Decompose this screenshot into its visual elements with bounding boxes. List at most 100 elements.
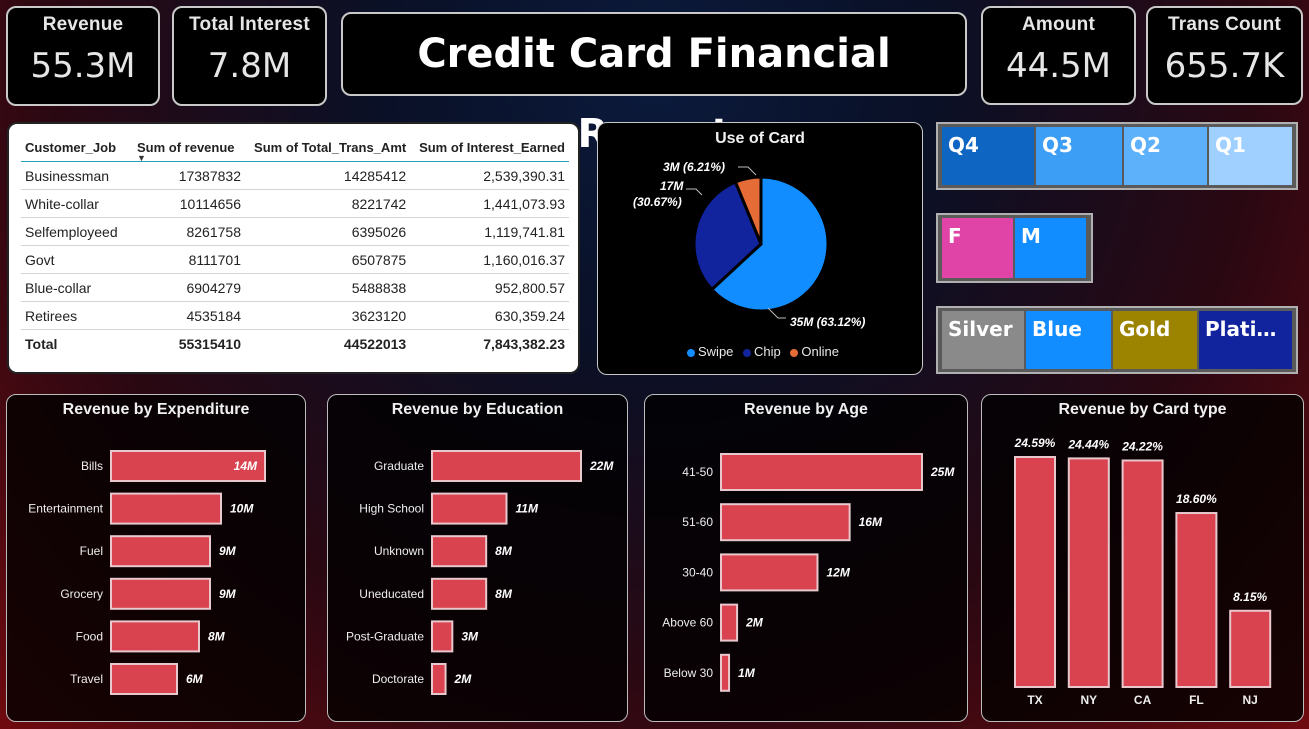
bar[interactable] — [431, 535, 488, 568]
bar[interactable] — [110, 620, 200, 653]
bar-data-label: 10M — [230, 502, 254, 516]
customer-job-table-card: Customer_Job Sum of revenue ▼ Sum of Tota… — [7, 122, 580, 374]
table-total-cell: 44522013 — [245, 329, 411, 357]
bar-data-label: 3M — [461, 629, 479, 643]
revenue-by-age-chart: 41-50 25M 51-60 16M 30-40 12M Above 60 2M Below … — [662, 453, 955, 692]
revenue-by-education-panel: Revenue by Education Graduate 22M High Sch… — [327, 394, 628, 722]
table-cell: 5488838 — [245, 273, 411, 302]
table-row[interactable]: White-collar 10114656 8221742 1,441,073.93 — [21, 189, 569, 218]
slicer-q4[interactable]: Q4 — [942, 127, 1034, 185]
table-row[interactable]: Blue-collar 6904279 5488838 952,800.57 — [21, 273, 569, 302]
bar[interactable] — [720, 653, 731, 692]
bar-category-label: Doctorate — [372, 672, 424, 686]
table-cell: 630,359.24 — [410, 301, 569, 330]
kpi-total-interest-value: 7.8M — [207, 46, 292, 86]
table-header-row: Customer_Job Sum of revenue ▼ Sum of Tota… — [21, 136, 569, 163]
bar-category-label: FL — [1189, 693, 1204, 707]
bar[interactable] — [1014, 456, 1056, 688]
bar[interactable] — [431, 577, 488, 610]
gender-slicer: F M — [936, 213, 1093, 283]
revenue-by-expenditure-panel: Revenue by Expenditure Bills 14M Entertain… — [6, 394, 306, 722]
table-cell: 952,800.57 — [410, 273, 569, 302]
kpi-total-interest-card: Total Interest 7.8M — [172, 6, 327, 106]
table-cell: 14285412 — [245, 161, 411, 190]
bar[interactable] — [110, 492, 222, 525]
slicer-gender-f[interactable]: F — [942, 218, 1013, 278]
bar-category-label: Above 60 — [662, 616, 713, 630]
kpi-amount-value: 44.5M — [1005, 46, 1112, 86]
slicer-card-silver[interactable]: Silver — [942, 311, 1024, 369]
bar[interactable] — [431, 663, 447, 695]
table-row[interactable]: Govt 8111701 6507875 1,160,016.37 — [21, 245, 569, 274]
table-row[interactable]: Retirees 4535184 3623120 630,359.24 — [21, 301, 569, 330]
bar-data-label: 2M — [745, 616, 764, 630]
col-header-sum-revenue[interactable]: Sum of revenue ▼ — [133, 136, 245, 163]
table-cell: 3623120 — [245, 301, 411, 330]
bar-data-label: 16M — [859, 515, 883, 529]
bar[interactable] — [1121, 459, 1164, 688]
bar-category-label: Fuel — [80, 544, 103, 558]
bar-data-label: 2M — [454, 672, 473, 686]
bar-data-label: 9M — [219, 544, 237, 558]
bar[interactable] — [431, 450, 582, 482]
slicer-q3[interactable]: Q3 — [1036, 127, 1122, 185]
bar-data-label: 8M — [495, 544, 513, 558]
bar[interactable] — [110, 663, 178, 695]
bar-data-label: 24.44% — [1067, 437, 1109, 451]
table-cell: 1,441,073.93 — [410, 189, 569, 218]
bar[interactable] — [720, 503, 851, 542]
bar-data-label: 18.60% — [1176, 492, 1217, 506]
table-cell: 6395026 — [245, 217, 411, 246]
bar[interactable] — [431, 620, 454, 653]
slicer-card-blue[interactable]: Blue — [1026, 311, 1111, 369]
pie-label-online: 3M (6.21%) — [663, 160, 725, 174]
bar[interactable] — [431, 492, 508, 525]
table-total-cell: Total — [21, 329, 133, 357]
bar[interactable] — [110, 577, 211, 610]
table-row[interactable]: Businessman 17387832 14285412 2,539,390.31 — [21, 161, 569, 190]
table-cell: Blue-collar — [21, 273, 133, 302]
table-cell: 17387832 — [133, 161, 245, 190]
bar[interactable] — [1175, 512, 1218, 688]
kpi-revenue-label: Revenue — [42, 14, 124, 35]
bar-category-label: Grocery — [60, 587, 103, 601]
bar-data-label: 9M — [219, 587, 237, 601]
slicer-q2[interactable]: Q2 — [1124, 127, 1207, 185]
table-cell: White-collar — [21, 189, 133, 218]
bar-category-label: Travel — [70, 672, 103, 686]
pie-label-swipe: 35M (63.12%) — [790, 315, 865, 329]
slicer-gender-m[interactable]: M — [1015, 218, 1086, 278]
table-row[interactable]: Selfemployeed 8261758 6395026 1,119,741.81 — [21, 217, 569, 246]
table-cell: 1,119,741.81 — [410, 217, 569, 246]
col-header-sum-interest[interactable]: Sum of Interest_Earned — [410, 136, 569, 162]
bar-data-label: 24.22% — [1121, 439, 1163, 453]
pie-leader-chip — [686, 188, 703, 196]
bar[interactable] — [1067, 457, 1110, 688]
table-cell: 8261758 — [133, 217, 245, 246]
legend-online-label: Online — [801, 344, 839, 359]
bar-data-label: 6M — [186, 672, 204, 686]
bar-data-label: 14M — [234, 459, 258, 473]
slicer-card-platinum[interactable]: Plati… — [1199, 311, 1292, 369]
slicer-q1[interactable]: Q1 — [1209, 127, 1292, 185]
bar[interactable] — [720, 553, 819, 592]
bar-category-label: Unknown — [374, 544, 424, 558]
bar[interactable] — [110, 535, 211, 568]
col-header-customer-job[interactable]: Customer_Job — [21, 136, 133, 162]
bar-category-label: 30-40 — [682, 565, 713, 579]
bar-category-label: NY — [1080, 693, 1097, 707]
col-header-sum-trans-amt[interactable]: Sum of Total_Trans_Amt — [245, 136, 411, 162]
bar-category-label: 51-60 — [682, 515, 713, 529]
bar[interactable] — [720, 603, 739, 642]
table-cell: 8221742 — [245, 189, 411, 218]
bar-category-label: Post-Graduate — [346, 629, 424, 643]
card-category-slicer: Silver Blue Gold Plati… — [936, 306, 1298, 374]
bar[interactable] — [720, 453, 923, 491]
slicer-card-gold[interactable]: Gold — [1113, 311, 1197, 369]
customer-job-table: Customer_Job Sum of revenue ▼ Sum of Tota… — [21, 136, 569, 357]
bar-data-label: 1M — [738, 666, 756, 680]
bar-category-label: Food — [76, 629, 103, 643]
quarter-slicer: Q4 Q3 Q2 Q1 — [936, 122, 1298, 190]
bar-data-label: 25M — [930, 465, 955, 479]
bar[interactable] — [1229, 609, 1272, 688]
